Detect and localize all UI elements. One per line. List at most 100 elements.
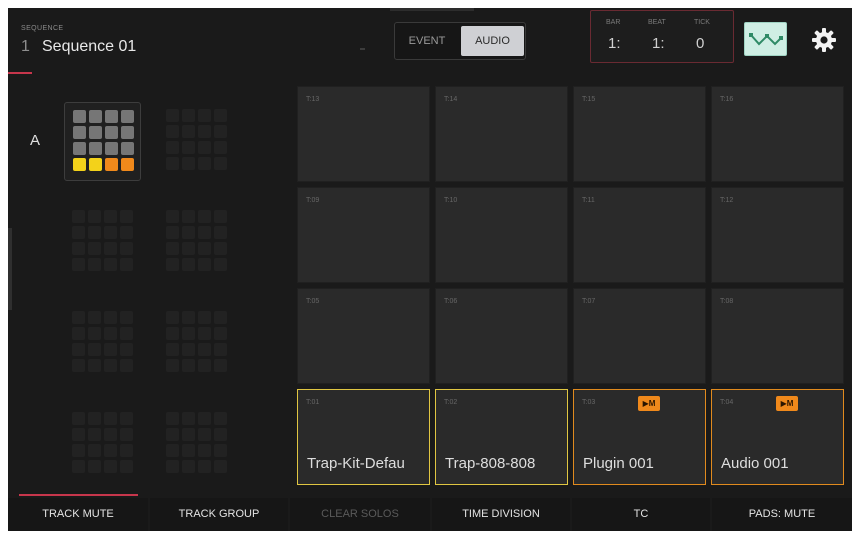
track-pad[interactable]: T:11 (573, 187, 706, 283)
bank-ghost-mini-pad (182, 327, 195, 340)
pad-bank-d[interactable] (158, 203, 235, 282)
bank-ghost-mini-pad (120, 444, 133, 457)
bank-ghost-mini-pad (214, 444, 227, 457)
bank-ghost-mini-pad (198, 141, 211, 154)
bank-ghost-mini-pad (182, 242, 195, 255)
bank-ghost-mini-pad (72, 311, 85, 324)
event-audio-toggle[interactable]: EVENT AUDIO (394, 22, 526, 60)
track-pad[interactable]: T:08 (711, 288, 844, 384)
bar-value[interactable]: 1: (608, 35, 621, 52)
bank-ghost-mini-pad (198, 157, 211, 170)
bank-mini-pad (105, 142, 118, 155)
bank-mini-pad (105, 110, 118, 123)
sequence-underline (8, 72, 32, 74)
gear-icon[interactable] (810, 26, 838, 54)
bank-ghost-mini-pad (120, 412, 133, 425)
bank-ghost-mini-pad (182, 210, 195, 223)
bank-ghost-mini-pad (182, 343, 195, 356)
bank-ghost-mini-pad (182, 460, 195, 473)
automation-button[interactable] (744, 22, 787, 56)
beat-value[interactable]: 1: (652, 35, 665, 52)
pad-bank-label: A (30, 132, 41, 149)
sequence-label: SEQUENCE (21, 25, 64, 32)
track-pad[interactable]: T:14 (435, 86, 568, 182)
bank-ghost-mini-pad (182, 258, 195, 271)
bank-ghost-mini-pad (72, 428, 85, 441)
track-group-button[interactable]: TRACK GROUP (150, 498, 288, 531)
pad-bank-h[interactable] (158, 405, 235, 484)
bank-ghost-mini-pad (120, 343, 133, 356)
bank-ghost-mini-pad (198, 125, 211, 138)
pad-bank-b[interactable] (158, 102, 235, 181)
bank-ghost-mini-pad (214, 311, 227, 324)
pad-track-number: T:10 (444, 197, 458, 204)
bank-ghost-mini-pad (120, 460, 133, 473)
bank-ghost-mini-pad (88, 460, 101, 473)
pad-track-number: T:02 (444, 399, 458, 406)
bank-ghost-mini-pad (198, 226, 211, 239)
bank-ghost-mini-pad (182, 412, 195, 425)
track-pad[interactable]: T:06 (435, 288, 568, 384)
bank-mini-pad (121, 126, 134, 139)
mode-audio-button[interactable]: AUDIO (461, 26, 524, 56)
sequence-dropdown-caret-icon[interactable] (360, 48, 365, 50)
track-pad[interactable]: T:04 Audio 001 ▶M (711, 389, 844, 485)
position-counter[interactable]: BAR BEAT TICK 1: 1: 0 (590, 10, 734, 63)
track-mute-screen: SEQUENCE 1 Sequence 01 EVENT AUDIO BAR B… (8, 8, 852, 531)
sequence-name[interactable]: Sequence 01 (42, 38, 136, 56)
track-pad[interactable]: T:05 (297, 288, 430, 384)
play-mute-badge-icon: ▶M (638, 396, 660, 411)
bank-mini-pad (73, 142, 86, 155)
time-division-button[interactable]: TIME DIVISION (432, 498, 570, 531)
bank-ghost-mini-pad (214, 242, 227, 255)
track-pad[interactable]: T:07 (573, 288, 706, 384)
bank-ghost-mini-pad (88, 428, 101, 441)
track-pad[interactable]: T:01 Trap-Kit-Defau (297, 389, 430, 485)
active-tab-indicator (19, 494, 138, 496)
bank-ghost-mini-pad (214, 157, 227, 170)
track-pad[interactable]: T:13 (297, 86, 430, 182)
pad-track-number: T:06 (444, 298, 458, 305)
tick-value[interactable]: 0 (696, 35, 704, 52)
pad-track-name: Plugin 001 (583, 455, 654, 472)
bank-ghost-mini-pad (166, 444, 179, 457)
track-mute-button[interactable]: TRACK MUTE (8, 498, 148, 531)
tc-button[interactable]: TC (572, 498, 710, 531)
track-pad[interactable]: T:12 (711, 187, 844, 283)
track-pad[interactable]: T:16 (711, 86, 844, 182)
bank-ghost-mini-pad (120, 428, 133, 441)
bank-ghost-mini-pad (166, 412, 179, 425)
bank-mini-pad (121, 158, 134, 171)
bank-ghost-mini-pad (166, 226, 179, 239)
bank-ghost-mini-pad (166, 258, 179, 271)
track-pad[interactable]: T:09 (297, 187, 430, 283)
mode-event-button[interactable]: EVENT (395, 23, 459, 59)
pad-bank-g[interactable] (64, 405, 141, 484)
track-pad[interactable]: T:15 (573, 86, 706, 182)
sequence-number[interactable]: 1 (21, 38, 30, 56)
bank-ghost-mini-pad (104, 210, 117, 223)
left-scroll-handle[interactable] (8, 228, 12, 310)
track-pad[interactable]: T:03 Plugin 001 ▶M (573, 389, 706, 485)
pad-bank-f[interactable] (158, 304, 235, 383)
pad-bank-a[interactable] (64, 102, 141, 181)
bank-ghost-mini-pad (120, 327, 133, 340)
bank-ghost-mini-pad (120, 311, 133, 324)
pad-track-number: T:04 (720, 399, 734, 406)
bank-ghost-mini-pad (166, 125, 179, 138)
bank-ghost-mini-pad (104, 242, 117, 255)
track-pad[interactable]: T:10 (435, 187, 568, 283)
pad-bank-c[interactable] (64, 203, 141, 282)
track-pad[interactable]: T:02 Trap-808-808 (435, 389, 568, 485)
bank-ghost-mini-pad (182, 359, 195, 372)
clear-solos-button[interactable]: CLEAR SOLOS (290, 498, 430, 531)
bank-ghost-mini-pad (72, 460, 85, 473)
bank-ghost-mini-pad (120, 258, 133, 271)
pad-track-number: T:01 (306, 399, 320, 406)
bank-ghost-mini-pad (88, 359, 101, 372)
pads-mute-button[interactable]: PADS: MUTE (712, 498, 852, 531)
beat-label: BEAT (648, 19, 666, 26)
pad-bank-e[interactable] (64, 304, 141, 383)
bank-ghost-mini-pad (88, 311, 101, 324)
bank-ghost-mini-pad (72, 359, 85, 372)
